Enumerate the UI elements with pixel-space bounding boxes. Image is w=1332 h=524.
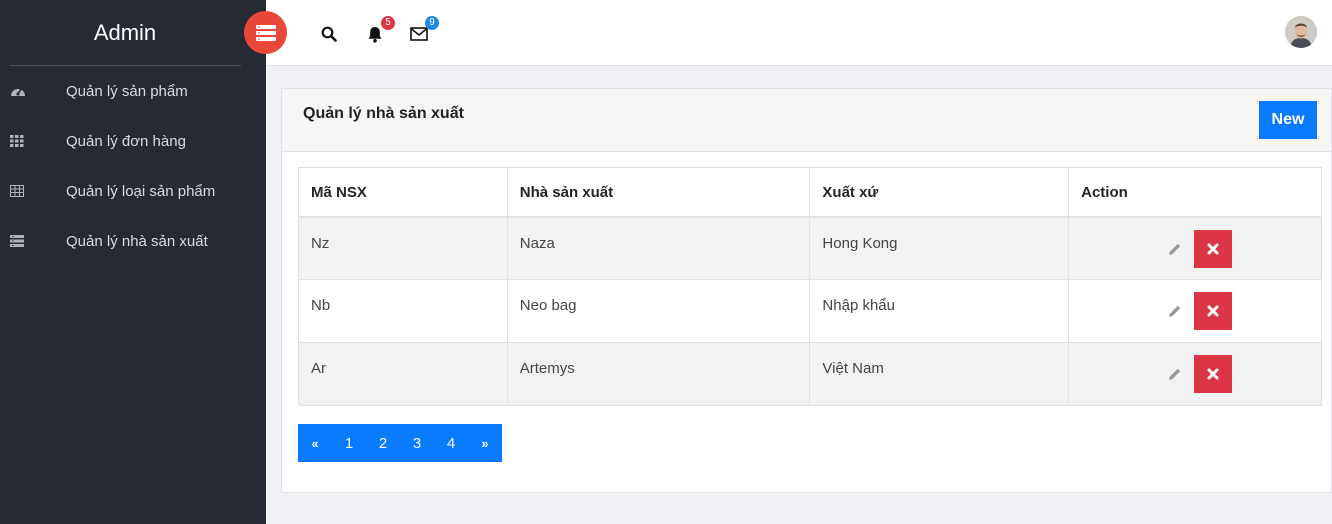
table-cell: Việt Nam — [809, 342, 1070, 406]
messages-badge: 9 — [425, 16, 439, 30]
manufacturers-card: Quản lý nhà sản xuất New Mã NSX Nhà sản … — [281, 88, 1332, 493]
pagination-page-3[interactable]: 3 — [400, 424, 434, 462]
pagination-next[interactable]: » — [468, 424, 502, 462]
sidebar-item-categories[interactable]: Quản lý loại sản phẩm — [0, 166, 266, 216]
sidebar: Admin Quản lý sản phẩm Quản lý đơn hàng … — [0, 0, 266, 524]
brand-title[interactable]: Admin — [0, 0, 250, 66]
pencil-icon[interactable] — [1167, 303, 1183, 319]
table-cell: Artemys — [506, 342, 811, 406]
delete-button[interactable] — [1194, 292, 1233, 330]
pencil-icon[interactable] — [1167, 366, 1183, 382]
manufacturers-table: Mã NSX Nhà sản xuất Xuất xứ Action Nz Na… — [298, 167, 1322, 406]
page-title: Quản lý nhà sản xuất — [303, 105, 464, 122]
bell-icon — [368, 26, 382, 43]
search-icon — [321, 26, 337, 42]
search-button[interactable] — [318, 23, 340, 45]
close-icon — [1207, 305, 1219, 317]
table-cell: Ar — [298, 342, 508, 406]
menu-icon — [255, 24, 276, 41]
sidebar-menu: Quản lý sản phẩm Quản lý đơn hàng Quản l… — [0, 66, 266, 266]
column-header: Mã NSX — [298, 167, 508, 218]
column-header: Nhà sản xuất — [506, 167, 811, 218]
close-icon — [1207, 368, 1219, 380]
list-icon — [0, 235, 66, 247]
table-cell: Neo bag — [506, 279, 811, 343]
action-cell — [1068, 279, 1322, 343]
notifications-button[interactable]: 5 — [364, 16, 395, 45]
action-cell — [1068, 342, 1322, 406]
action-cell — [1068, 216, 1322, 280]
column-header: Action — [1068, 167, 1322, 218]
table-row: Nb Neo bag Nhập khẩu — [298, 279, 1322, 343]
sidebar-item-products[interactable]: Quản lý sản phẩm — [0, 66, 266, 116]
pagination-prev[interactable]: « — [298, 424, 332, 462]
table-cell: Nhập khẩu — [809, 279, 1070, 343]
table-header-row: Mã NSX Nhà sản xuất Xuất xứ Action — [298, 167, 1322, 218]
sidebar-item-orders[interactable]: Quản lý đơn hàng — [0, 116, 266, 166]
pagination-page-1[interactable]: 1 — [332, 424, 366, 462]
sidebar-item-label: Quản lý sản phẩm — [66, 82, 188, 100]
table-icon — [0, 185, 66, 197]
messages-button[interactable]: 9 — [408, 16, 439, 45]
table-cell: Nz — [298, 216, 508, 280]
pencil-icon[interactable] — [1167, 241, 1183, 257]
card-header: Quản lý nhà sản xuất New — [282, 89, 1331, 152]
table-cell: Hong Kong — [809, 216, 1070, 280]
close-icon — [1207, 243, 1219, 254]
sidebar-item-manufacturers[interactable]: Quản lý nhà sản xuất — [0, 216, 266, 266]
notifications-badge: 5 — [381, 16, 395, 30]
delete-button[interactable] — [1194, 355, 1233, 393]
pagination: « 1 2 3 4 » — [298, 424, 502, 462]
dashboard-icon — [0, 85, 66, 97]
sidebar-toggle-button[interactable] — [244, 11, 287, 54]
column-header: Xuất xứ — [809, 167, 1070, 218]
sidebar-item-label: Quản lý loại sản phẩm — [66, 182, 216, 200]
table-cell: Nb — [298, 279, 508, 343]
sidebar-item-label: Quản lý đơn hàng — [66, 132, 186, 150]
delete-button[interactable] — [1194, 229, 1233, 268]
grid-icon — [0, 135, 66, 147]
pagination-page-4[interactable]: 4 — [434, 424, 468, 462]
user-avatar-icon — [1285, 16, 1317, 48]
avatar[interactable] — [1285, 16, 1317, 48]
table-cell: Naza — [506, 216, 811, 280]
sidebar-item-label: Quản lý nhà sản xuất — [66, 232, 208, 250]
envelope-icon — [410, 27, 428, 41]
table-row: Ar Artemys Việt Nam — [298, 342, 1322, 406]
pagination-page-2[interactable]: 2 — [366, 424, 400, 462]
new-button[interactable]: New — [1259, 101, 1317, 139]
table-row: Nz Naza Hong Kong — [298, 216, 1322, 280]
